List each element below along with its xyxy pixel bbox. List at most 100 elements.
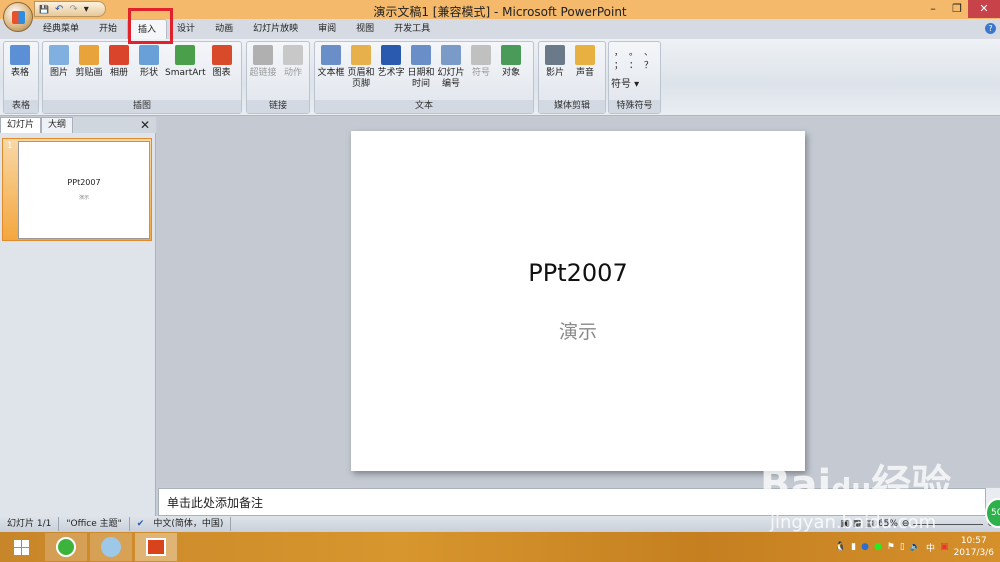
taskbar-browser[interactable] — [45, 533, 87, 561]
ribbon-group-1: 图片 剪贴画 相册 形状 SmartArt 图表 插图 — [42, 41, 242, 114]
ribbon-button-icon — [79, 45, 99, 65]
symbol-button[interactable]: ， — [611, 45, 626, 58]
ime-indicator[interactable]: 中 — [926, 541, 935, 554]
ribbon-button-label: 超链接 — [249, 68, 277, 78]
ime-icon[interactable]: ▣ — [940, 542, 949, 552]
ribbon-button-icon — [471, 45, 491, 65]
ribbon-button-3-4[interactable]: 幻灯片 编号 — [437, 45, 465, 90]
ribbon-button-3-3[interactable]: 日期和 时间 — [407, 45, 435, 90]
ribbon-group-label: 文本 — [315, 100, 533, 113]
ribbon-button-icon — [109, 45, 129, 65]
help-icon[interactable]: ? — [985, 23, 996, 34]
clock[interactable]: 10:57 2017/3/6 — [954, 535, 994, 559]
tray-icon[interactable]: ▮ — [851, 542, 856, 552]
network-icon[interactable]: ▯ — [900, 542, 905, 552]
ribbon-button-label: 符号 — [471, 68, 490, 78]
ribbon-button-4-0[interactable]: 影片 — [541, 45, 569, 79]
slide-canvas[interactable]: PPt2007 演示 — [351, 131, 805, 471]
volume-icon[interactable]: 🔈 — [910, 542, 921, 552]
restore-button[interactable]: ❐ — [944, 0, 970, 18]
ribbon-button-3-2[interactable]: 艺术字 — [377, 45, 405, 90]
taskbar-paint[interactable] — [90, 533, 132, 561]
ribbon-button-label: 剪贴画 — [75, 68, 103, 78]
ribbon-button-icon — [321, 45, 341, 65]
ribbon-button-label: 日期和 时间 — [407, 68, 435, 89]
time: 10:57 — [960, 536, 987, 546]
ribbon-button-3-1[interactable]: 页眉和 页脚 — [347, 45, 375, 90]
spellcheck-icon[interactable]: ✔ — [130, 517, 147, 531]
date: 2017/3/6 — [953, 548, 994, 558]
ribbon-button-icon — [49, 45, 69, 65]
ribbon-button-icon — [575, 45, 595, 65]
taskbar-powerpoint[interactable] — [135, 533, 177, 561]
ribbon-group-3: 文本框 页眉和 页脚 艺术字 日期和 时间 幻灯片 编号 符号 对象文本 — [314, 41, 534, 114]
tab-8[interactable]: 开发工具 — [384, 19, 440, 39]
ribbon-button-1-4[interactable]: SmartArt — [165, 45, 206, 79]
ribbon-button-1-2[interactable]: 相册 — [105, 45, 133, 79]
browser-icon — [56, 537, 76, 557]
tab-0[interactable]: 经典菜单 — [33, 19, 89, 39]
thumb-subtitle: 演示 — [78, 195, 89, 201]
qq-icon[interactable]: 🐧 — [835, 542, 846, 552]
flag-icon[interactable]: ⚑ — [887, 542, 895, 552]
slides-pane: 幻灯片 大纲 ✕ 1 PPt2007 演示 — [0, 117, 156, 516]
ribbon-button-label: 文本框 — [317, 68, 345, 78]
symbol-button[interactable]: 。 — [626, 45, 641, 58]
ribbon-group-label: 表格 — [4, 100, 38, 113]
tray-k-icon[interactable]: ● — [861, 542, 869, 552]
save-icon[interactable]: 💾 — [39, 5, 49, 14]
ribbon-button-1-5[interactable]: 图表 — [208, 45, 236, 79]
ribbon-button-label: 对象 — [501, 68, 520, 78]
ribbon-button-2-0[interactable]: 超链接 — [249, 45, 277, 79]
close-pane-icon[interactable]: ✕ — [140, 118, 150, 132]
slide-thumbnail[interactable]: PPt2007 演示 — [18, 141, 150, 239]
symbol-button[interactable]: 、 — [641, 45, 656, 58]
ribbon-button-1-3[interactable]: 形状 — [135, 45, 163, 79]
undo-icon[interactable]: ↶ — [55, 4, 63, 15]
symbol-button[interactable]: ： — [626, 58, 641, 71]
tab-slides[interactable]: 幻灯片 — [0, 117, 42, 133]
powerpoint-icon — [146, 538, 166, 556]
close-button[interactable]: ✕ — [968, 0, 1000, 18]
tab-4[interactable]: 动画 — [205, 19, 243, 39]
ribbon-button-label: 形状 — [139, 68, 158, 78]
ribbon-group-label: 链接 — [247, 100, 309, 113]
tray-security-icon[interactable]: ● — [874, 542, 882, 552]
ribbon-button-label: 幻灯片 编号 — [437, 68, 465, 89]
tab-6[interactable]: 审阅 — [308, 19, 346, 39]
minimize-button[interactable]: – — [920, 0, 946, 18]
windows-icon — [13, 539, 29, 555]
ribbon-button-0-0[interactable]: 表格 — [6, 45, 34, 79]
symbol-dropdown[interactable]: 符号 ▾ — [611, 75, 639, 90]
ribbon-button-label: 声音 — [575, 68, 594, 78]
ribbon-group-label: 媒体剪辑 — [539, 100, 605, 113]
symbol-button[interactable]: ？ — [641, 58, 656, 71]
ribbon-button-3-5[interactable]: 符号 — [467, 45, 495, 90]
tab-5[interactable]: 幻灯片放映 — [243, 19, 308, 39]
slide-number: 1 — [7, 141, 13, 151]
office-logo-icon — [12, 11, 25, 24]
symbol-button[interactable]: ； — [611, 58, 626, 71]
tab-7[interactable]: 视图 — [346, 19, 384, 39]
ribbon-button-1-1[interactable]: 剪贴画 — [75, 45, 103, 79]
office-button[interactable] — [3, 2, 33, 32]
baidu-watermark-logo: Baidu经验 — [760, 462, 952, 508]
ribbon-button-icon — [381, 45, 401, 65]
redo-icon[interactable]: ↷ — [69, 4, 77, 15]
ribbon-button-label: 表格 — [10, 68, 29, 78]
ribbon-button-label: 页眉和 页脚 — [347, 68, 375, 89]
customize-qat-icon[interactable]: ▾ — [84, 4, 89, 15]
language[interactable]: 中文(简体，中国) — [146, 517, 232, 531]
ribbon-group-4: 影片 声音媒体剪辑 — [538, 41, 606, 114]
ribbon-button-4-1[interactable]: 声音 — [571, 45, 599, 79]
ribbon-button-2-1[interactable]: 动作 — [279, 45, 307, 79]
ribbon-button-3-0[interactable]: 文本框 — [317, 45, 345, 90]
slide-title[interactable]: PPt2007 — [351, 259, 805, 287]
slide-thumbnail-item[interactable]: 1 PPt2007 演示 — [2, 138, 152, 241]
ribbon-button-1-0[interactable]: 图片 — [45, 45, 73, 79]
tab-1[interactable]: 开始 — [89, 19, 127, 39]
slide-subtitle[interactable]: 演示 — [351, 317, 805, 344]
tab-outline[interactable]: 大纲 — [41, 117, 74, 133]
ribbon-button-3-6[interactable]: 对象 — [497, 45, 525, 90]
start-button[interactable] — [0, 533, 42, 561]
